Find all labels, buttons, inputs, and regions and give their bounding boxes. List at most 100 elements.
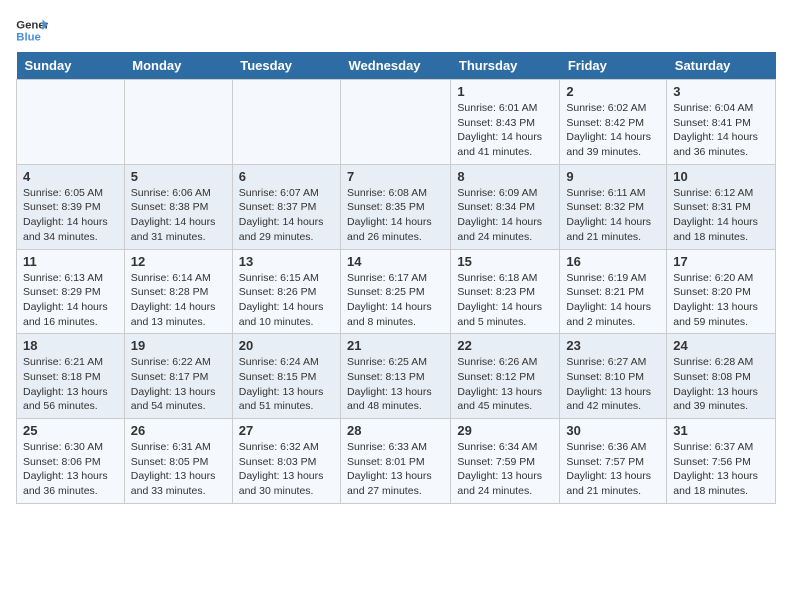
- day-number: 22: [457, 338, 553, 353]
- day-number: 6: [239, 169, 334, 184]
- weekday-header-monday: Monday: [124, 52, 232, 80]
- day-number: 23: [566, 338, 660, 353]
- day-info: Sunrise: 6:05 AMSunset: 8:39 PMDaylight:…: [23, 186, 118, 245]
- day-info: Sunrise: 6:08 AMSunset: 8:35 PMDaylight:…: [347, 186, 444, 245]
- day-number: 27: [239, 423, 334, 438]
- calendar-cell: 21 Sunrise: 6:25 AMSunset: 8:13 PMDayligh…: [341, 334, 451, 419]
- calendar-week-1: 1Sunrise: 6:01 AMSunset: 8:43 PMDaylight…: [17, 80, 776, 165]
- calendar-cell: 22 Sunrise: 6:26 AMSunset: 8:12 PMDayligh…: [451, 334, 560, 419]
- day-number: 29: [457, 423, 553, 438]
- day-number: 10: [673, 169, 769, 184]
- day-number: 21: [347, 338, 444, 353]
- calendar-cell: 6 Sunrise: 6:07 AMSunset: 8:37 PMDaylight…: [232, 164, 340, 249]
- day-number: 16: [566, 254, 660, 269]
- weekday-header-friday: Friday: [560, 52, 667, 80]
- calendar-week-3: 11 Sunrise: 6:13 AMSunset: 8:29 PMDayligh…: [17, 249, 776, 334]
- day-info: Sunrise: 6:19 AMSunset: 8:21 PMDaylight:…: [566, 271, 660, 330]
- day-info: Sunrise: 6:12 AMSunset: 8:31 PMDaylight:…: [673, 186, 769, 245]
- day-info: Sunrise: 6:24 AMSunset: 8:15 PMDaylight:…: [239, 355, 334, 414]
- calendar-cell: 30 Sunrise: 6:36 AMSunset: 7:57 PMDayligh…: [560, 419, 667, 504]
- day-info: Sunrise: 6:27 AMSunset: 8:10 PMDaylight:…: [566, 355, 660, 414]
- day-number: 18: [23, 338, 118, 353]
- day-info: Sunrise: 6:06 AMSunset: 8:38 PMDaylight:…: [131, 186, 226, 245]
- weekday-header-thursday: Thursday: [451, 52, 560, 80]
- calendar-cell: 2 Sunrise: 6:02 AMSunset: 8:42 PMDaylight…: [560, 80, 667, 165]
- calendar-cell: 18 Sunrise: 6:21 AMSunset: 8:18 PMDayligh…: [17, 334, 125, 419]
- day-number: 24: [673, 338, 769, 353]
- calendar-cell: 15Sunrise: 6:18 AMSunset: 8:23 PMDayligh…: [451, 249, 560, 334]
- day-info: Sunrise: 6:13 AMSunset: 8:29 PMDaylight:…: [23, 271, 118, 330]
- day-number: 8: [457, 169, 553, 184]
- day-info: Sunrise: 6:15 AMSunset: 8:26 PMDaylight:…: [239, 271, 334, 330]
- calendar-cell: [124, 80, 232, 165]
- day-info: Sunrise: 6:25 AMSunset: 8:13 PMDaylight:…: [347, 355, 444, 414]
- day-number: 2: [566, 84, 660, 99]
- calendar-cell: 17 Sunrise: 6:20 AMSunset: 8:20 PMDayligh…: [667, 249, 776, 334]
- logo: General Blue: [16, 16, 48, 44]
- weekday-header-wednesday: Wednesday: [341, 52, 451, 80]
- day-info: Sunrise: 6:17 AMSunset: 8:25 PMDaylight:…: [347, 271, 444, 330]
- calendar-cell: [341, 80, 451, 165]
- day-number: 14: [347, 254, 444, 269]
- calendar-cell: 9Sunrise: 6:11 AMSunset: 8:32 PMDaylight…: [560, 164, 667, 249]
- calendar-cell: 16 Sunrise: 6:19 AMSunset: 8:21 PMDayligh…: [560, 249, 667, 334]
- calendar-week-5: 25Sunrise: 6:30 AMSunset: 8:06 PMDayligh…: [17, 419, 776, 504]
- calendar-cell: 12Sunrise: 6:14 AMSunset: 8:28 PMDayligh…: [124, 249, 232, 334]
- day-number: 17: [673, 254, 769, 269]
- day-number: 4: [23, 169, 118, 184]
- calendar-cell: 27 Sunrise: 6:32 AMSunset: 8:03 PMDayligh…: [232, 419, 340, 504]
- calendar-week-2: 4 Sunrise: 6:05 AMSunset: 8:39 PMDaylight…: [17, 164, 776, 249]
- day-info: Sunrise: 6:02 AMSunset: 8:42 PMDaylight:…: [566, 101, 660, 160]
- day-number: 11: [23, 254, 118, 269]
- calendar-cell: 20Sunrise: 6:24 AMSunset: 8:15 PMDayligh…: [232, 334, 340, 419]
- day-number: 28: [347, 423, 444, 438]
- weekday-header-tuesday: Tuesday: [232, 52, 340, 80]
- weekday-header-saturday: Saturday: [667, 52, 776, 80]
- day-number: 9: [566, 169, 660, 184]
- calendar-cell: [17, 80, 125, 165]
- weekday-header-row: SundayMondayTuesdayWednesdayThursdayFrid…: [17, 52, 776, 80]
- calendar-cell: 5 Sunrise: 6:06 AMSunset: 8:38 PMDaylight…: [124, 164, 232, 249]
- calendar-cell: 8 Sunrise: 6:09 AMSunset: 8:34 PMDaylight…: [451, 164, 560, 249]
- calendar-cell: 3 Sunrise: 6:04 AMSunset: 8:41 PMDaylight…: [667, 80, 776, 165]
- calendar-cell: 1Sunrise: 6:01 AMSunset: 8:43 PMDaylight…: [451, 80, 560, 165]
- day-number: 5: [131, 169, 226, 184]
- day-info: Sunrise: 6:20 AMSunset: 8:20 PMDaylight:…: [673, 271, 769, 330]
- day-info: Sunrise: 6:32 AMSunset: 8:03 PMDaylight:…: [239, 440, 334, 499]
- day-info: Sunrise: 6:21 AMSunset: 8:18 PMDaylight:…: [23, 355, 118, 414]
- calendar-cell: 14 Sunrise: 6:17 AMSunset: 8:25 PMDayligh…: [341, 249, 451, 334]
- day-number: 19: [131, 338, 226, 353]
- svg-text:Blue: Blue: [16, 32, 41, 44]
- day-info: Sunrise: 6:09 AMSunset: 8:34 PMDaylight:…: [457, 186, 553, 245]
- day-number: 1: [457, 84, 553, 99]
- day-info: Sunrise: 6:07 AMSunset: 8:37 PMDaylight:…: [239, 186, 334, 245]
- calendar-cell: 13Sunrise: 6:15 AMSunset: 8:26 PMDayligh…: [232, 249, 340, 334]
- page-header: General Blue: [16, 16, 776, 44]
- calendar-cell: 7 Sunrise: 6:08 AMSunset: 8:35 PMDaylight…: [341, 164, 451, 249]
- day-number: 7: [347, 169, 444, 184]
- day-info: Sunrise: 6:36 AMSunset: 7:57 PMDaylight:…: [566, 440, 660, 499]
- day-info: Sunrise: 6:28 AMSunset: 8:08 PMDaylight:…: [673, 355, 769, 414]
- day-info: Sunrise: 6:14 AMSunset: 8:28 PMDaylight:…: [131, 271, 226, 330]
- day-info: Sunrise: 6:26 AMSunset: 8:12 PMDaylight:…: [457, 355, 553, 414]
- calendar-cell: 10 Sunrise: 6:12 AMSunset: 8:31 PMDayligh…: [667, 164, 776, 249]
- day-info: Sunrise: 6:34 AMSunset: 7:59 PMDaylight:…: [457, 440, 553, 499]
- day-info: Sunrise: 6:04 AMSunset: 8:41 PMDaylight:…: [673, 101, 769, 160]
- logo-icon: General Blue: [16, 16, 48, 44]
- day-info: Sunrise: 6:22 AMSunset: 8:17 PMDaylight:…: [131, 355, 226, 414]
- day-number: 3: [673, 84, 769, 99]
- calendar-cell: 23 Sunrise: 6:27 AMSunset: 8:10 PMDayligh…: [560, 334, 667, 419]
- day-number: 30: [566, 423, 660, 438]
- calendar-cell: 26Sunrise: 6:31 AMSunset: 8:05 PMDayligh…: [124, 419, 232, 504]
- calendar-table: SundayMondayTuesdayWednesdayThursdayFrid…: [16, 52, 776, 504]
- day-info: Sunrise: 6:18 AMSunset: 8:23 PMDaylight:…: [457, 271, 553, 330]
- day-info: Sunrise: 6:31 AMSunset: 8:05 PMDaylight:…: [131, 440, 226, 499]
- calendar-cell: 29 Sunrise: 6:34 AMSunset: 7:59 PMDayligh…: [451, 419, 560, 504]
- calendar-cell: 31Sunrise: 6:37 AMSunset: 7:56 PMDayligh…: [667, 419, 776, 504]
- calendar-cell: 24 Sunrise: 6:28 AMSunset: 8:08 PMDayligh…: [667, 334, 776, 419]
- calendar-cell: 4 Sunrise: 6:05 AMSunset: 8:39 PMDaylight…: [17, 164, 125, 249]
- weekday-header-sunday: Sunday: [17, 52, 125, 80]
- calendar-cell: [232, 80, 340, 165]
- calendar-cell: 11 Sunrise: 6:13 AMSunset: 8:29 PMDayligh…: [17, 249, 125, 334]
- calendar-cell: 19 Sunrise: 6:22 AMSunset: 8:17 PMDayligh…: [124, 334, 232, 419]
